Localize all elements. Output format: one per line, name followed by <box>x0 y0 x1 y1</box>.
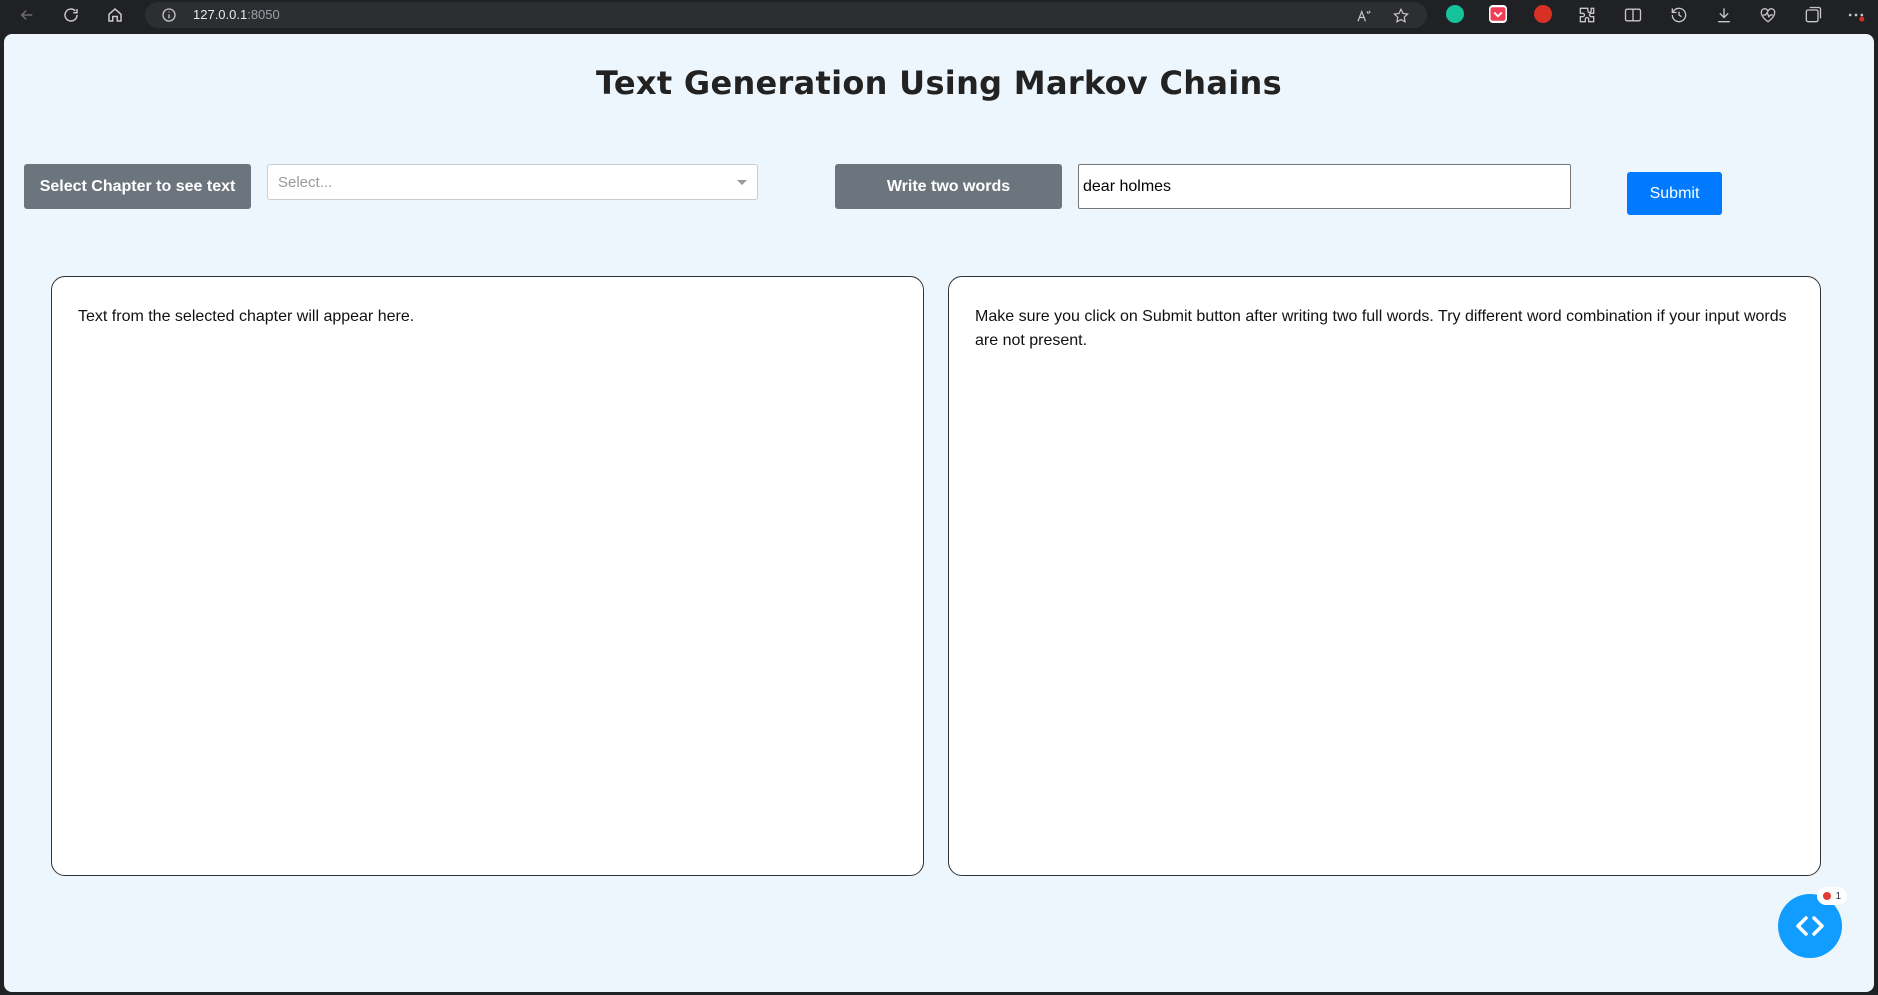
chapter-text: Text from the selected chapter will appe… <box>78 308 415 325</box>
page-title: Text Generation Using Markov Chains <box>596 64 1282 102</box>
address-bar[interactable]: 127.0.0.1:8050 <box>145 2 1427 28</box>
browser-toolbar: 127.0.0.1:8050 <box>0 0 1878 30</box>
page-viewport: Text Generation Using Markov Chains Sele… <box>4 34 1874 992</box>
downloads-icon[interactable] <box>1714 5 1734 25</box>
code-brackets-icon <box>1796 916 1824 936</box>
back-icon[interactable] <box>14 3 40 27</box>
address-url: 127.0.0.1:8050 <box>193 7 280 22</box>
generated-text: Make sure you click on Submit button aft… <box>975 308 1787 349</box>
site-info-icon[interactable] <box>161 7 177 23</box>
chapter-select-placeholder: Select... <box>278 174 333 191</box>
two-words-input[interactable] <box>1078 164 1571 209</box>
words-label: Write two words <box>835 164 1062 209</box>
pocket-extension-icon[interactable] <box>1489 5 1507 23</box>
collections-icon[interactable] <box>1803 5 1823 25</box>
error-dot-icon <box>1823 892 1831 900</box>
chapter-select[interactable]: Select... <box>267 164 758 200</box>
devtools-error-count: 1 <box>1835 890 1841 902</box>
reload-icon[interactable] <box>58 3 84 27</box>
devtools-error-badge[interactable]: 1 <box>1817 887 1847 905</box>
chapter-label: Select Chapter to see text <box>24 164 251 209</box>
more-menu-icon[interactable] <box>1846 5 1866 25</box>
browser-essentials-icon[interactable] <box>1758 5 1778 25</box>
split-screen-icon[interactable] <box>1623 5 1643 25</box>
generated-text-panel: Make sure you click on Submit button aft… <box>948 276 1821 876</box>
home-icon[interactable] <box>102 3 128 27</box>
history-icon[interactable] <box>1669 5 1689 25</box>
chapter-text-panel: Text from the selected chapter will appe… <box>51 276 924 876</box>
grammarly-extension-icon[interactable] <box>1446 5 1464 23</box>
read-aloud-icon[interactable] <box>1355 7 1373 25</box>
extensions-puzzle-icon[interactable] <box>1577 5 1597 25</box>
favorite-star-icon[interactable] <box>1392 7 1410 25</box>
adblock-extension-icon[interactable] <box>1534 5 1552 23</box>
chevron-down-icon[interactable] <box>737 180 747 185</box>
submit-button[interactable]: Submit <box>1627 172 1722 215</box>
